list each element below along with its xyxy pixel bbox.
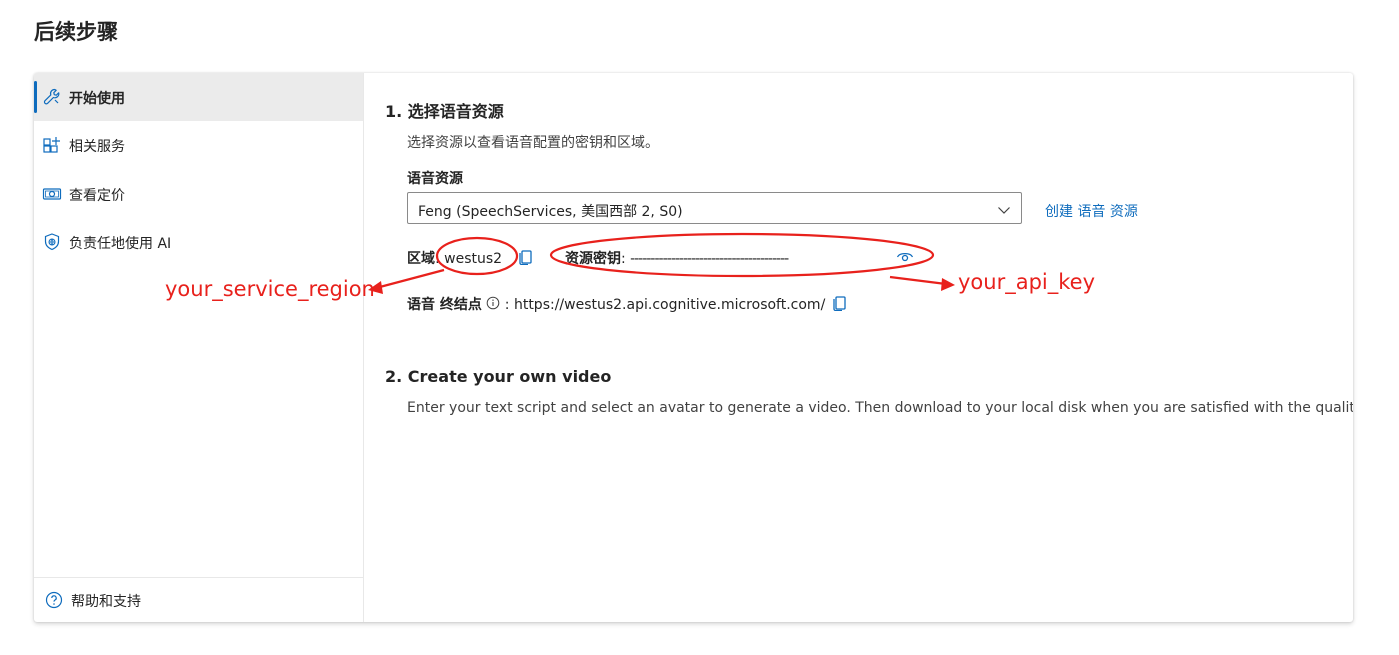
sidebar-item-related-services[interactable]: 相关服务 bbox=[34, 121, 363, 169]
step2-description: Enter your text script and select an ava… bbox=[407, 400, 1353, 416]
money-icon bbox=[42, 184, 62, 204]
chevron-down-icon bbox=[997, 202, 1011, 216]
page-title: 后续步骤 bbox=[34, 20, 118, 44]
endpoint-value: https://westus2.api.cognitive.microsoft.… bbox=[513, 297, 826, 313]
sidebar-footer: 帮助和支持 bbox=[34, 577, 363, 622]
sidebar-item-label: 查看定价 bbox=[69, 188, 125, 204]
apps-add-icon bbox=[42, 135, 62, 155]
shield-globe-icon bbox=[42, 232, 62, 252]
step2-title: 2. Create your own video bbox=[385, 367, 612, 386]
copy-icon[interactable] bbox=[831, 293, 849, 312]
step1-description: 选择资源以查看语音配置的密钥和区域。 bbox=[407, 135, 659, 151]
copy-icon[interactable] bbox=[517, 247, 535, 266]
sidebar-item-label: 负责任地使用 AI bbox=[69, 236, 172, 252]
speech-resource-dropdown[interactable]: Feng (SpeechServices, 美国西部 2, S0) bbox=[407, 192, 1022, 224]
step1-title: 1. 选择语音资源 bbox=[385, 102, 504, 121]
sidebar: 开始使用 相关服务 查看定价 负责任地使用 AI 帮助和支持 bbox=[34, 73, 364, 622]
sidebar-item-pricing[interactable]: 查看定价 bbox=[34, 170, 363, 218]
create-speech-resource-link[interactable]: 创建 语音 资源 bbox=[1045, 201, 1138, 221]
sidebar-item-label: 开始使用 bbox=[69, 91, 125, 107]
key-value: --------------------------------------- bbox=[630, 251, 789, 267]
sidebar-item-label: 相关服务 bbox=[69, 139, 125, 155]
eye-icon[interactable] bbox=[896, 247, 914, 265]
region-note: your_service_region bbox=[165, 277, 375, 301]
endpoint-label: 语音 终结点 bbox=[407, 297, 482, 313]
wrench-icon bbox=[42, 87, 62, 107]
dropdown-value: Feng (SpeechServices, 美国西部 2, S0) bbox=[418, 204, 683, 220]
info-icon bbox=[486, 296, 504, 313]
resource-label: 语音资源 bbox=[407, 171, 463, 187]
key-label: 资源密钥 bbox=[565, 251, 621, 267]
key-row: 资源密钥: ----------------------------------… bbox=[565, 251, 789, 267]
region-row: 区域: westus2 bbox=[407, 251, 503, 267]
question-circle-icon bbox=[44, 590, 64, 610]
help-support-link[interactable]: 帮助和支持 bbox=[34, 578, 363, 622]
sidebar-item-label: 帮助和支持 bbox=[71, 594, 141, 610]
sidebar-item-responsible-ai[interactable]: 负责任地使用 AI bbox=[34, 218, 363, 266]
main-content: 1. 选择语音资源 选择资源以查看语音配置的密钥和区域。 语音资源 Feng (… bbox=[364, 73, 1353, 622]
region-label: 区域 bbox=[407, 251, 435, 267]
key-note: your_api_key bbox=[958, 270, 1096, 294]
region-value: westus2 bbox=[444, 251, 503, 267]
sidebar-item-get-started[interactable]: 开始使用 bbox=[34, 73, 363, 121]
endpoint-row: 语音 终结点 : https://westus2.api.cognitive.m… bbox=[407, 296, 826, 313]
next-steps-card: 开始使用 相关服务 查看定价 负责任地使用 AI 帮助和支持 1. 选择语音资源… bbox=[34, 73, 1353, 622]
